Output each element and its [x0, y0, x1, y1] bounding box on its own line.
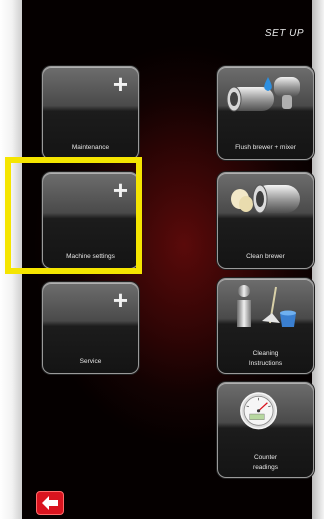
page-title: SET UP [264, 28, 304, 39]
maintenance-label: Maintenance [71, 144, 110, 151]
cleaning-instructions-label: Cleaning Instructions [218, 349, 313, 369]
plus-icon: + [112, 285, 128, 315]
service-label: Service [79, 358, 102, 365]
back-button[interactable] [36, 491, 64, 515]
plus-icon: + [112, 175, 128, 205]
flush-brewer-mixer-button[interactable]: Flush brewer + mixer [217, 66, 314, 160]
maintenance-button[interactable]: + Maintenance [42, 66, 139, 160]
clean-brewer-label: Clean brewer [246, 253, 285, 260]
counter-label-line1: Counter [253, 454, 278, 461]
counter-label-line2: readings [253, 464, 278, 471]
plus-icon: + [112, 69, 128, 99]
clean-brewer-button[interactable]: Clean brewer [217, 172, 314, 269]
cleaning-instructions-icon [237, 285, 296, 327]
arrow-left-icon [42, 496, 58, 510]
cleaning-label-line1: Cleaning [252, 350, 279, 357]
flush-brewer-mixer-label: Flush brewer + mixer [235, 144, 296, 151]
counter-readings-button[interactable]: Counter readings [217, 382, 314, 478]
machine-settings-button[interactable]: + Machine settings [42, 172, 139, 269]
counter-readings-icon [240, 392, 278, 430]
counter-readings-label: Counter readings [218, 453, 313, 473]
machine-settings-label: Machine settings [66, 253, 115, 260]
flush-brewer-icon [226, 77, 300, 112]
left-bezel [0, 0, 22, 519]
clean-brewer-icon [231, 184, 300, 214]
service-button[interactable]: + Service [42, 282, 139, 374]
setup-screen: SET UP + Maintenance + Machine settings … [0, 0, 324, 519]
cleaning-instructions-button[interactable]: Cleaning Instructions [217, 278, 314, 374]
cleaning-label-line2: Instructions [248, 360, 283, 367]
